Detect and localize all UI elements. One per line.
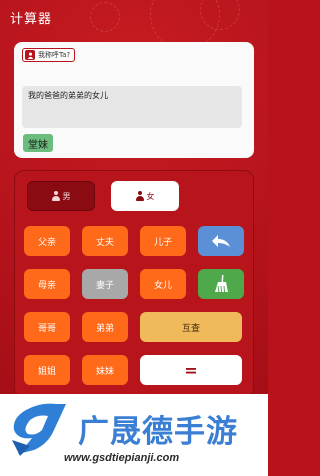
son-key[interactable]: 儿子 [140,226,186,256]
male-icon [51,191,60,201]
daughter-key[interactable]: 女儿 [140,269,186,299]
broom-icon [215,275,228,293]
younger-brother-key[interactable]: 弟弟 [82,312,128,342]
equals-button[interactable]: = [140,355,242,385]
female-button[interactable]: 女 [111,181,179,211]
watermark-footer: 广晟德手游 www.gsdtiepianji.com [0,394,268,476]
mutual-check-button[interactable]: 互查 [140,312,242,342]
male-label: 男 [62,191,71,201]
female-icon [135,191,144,201]
app-screen: 计算器 我称呼Ta? 我的爸爸的弟弟的女儿 堂妹 男 女 父亲 丈夫 儿子 母亲… [0,0,268,400]
wife-key[interactable]: 妻子 [82,269,128,299]
younger-sister-key[interactable]: 妹妹 [82,355,128,385]
question-badge: 我称呼Ta? [22,48,76,62]
decoration-ring [90,2,120,32]
result-label: 堂妹 [23,134,53,152]
elder-brother-key[interactable]: 哥哥 [24,312,70,342]
clear-button[interactable] [198,269,244,299]
mother-key[interactable]: 母亲 [24,269,70,299]
brand-logo-icon [12,403,66,456]
husband-key[interactable]: 丈夫 [82,226,128,256]
elder-sister-key[interactable]: 姐姐 [24,355,70,385]
father-key[interactable]: 父亲 [24,226,70,256]
person-icon [25,50,35,60]
relation-input[interactable]: 我的爸爸的弟弟的女儿 [22,86,242,128]
brand-url: www.gsdtiepianji.com [64,452,180,464]
brand-name: 广晟德手游 [78,414,238,450]
back-button[interactable] [198,226,244,256]
question-badge-label: 我称呼Ta? [38,51,71,59]
male-button[interactable]: 男 [27,181,95,211]
undo-arrow-icon [212,235,230,247]
question-card: 我称呼Ta? 我的爸爸的弟弟的女儿 堂妹 [14,42,254,158]
female-label: 女 [146,191,155,201]
app-title: 计算器 [10,12,53,27]
